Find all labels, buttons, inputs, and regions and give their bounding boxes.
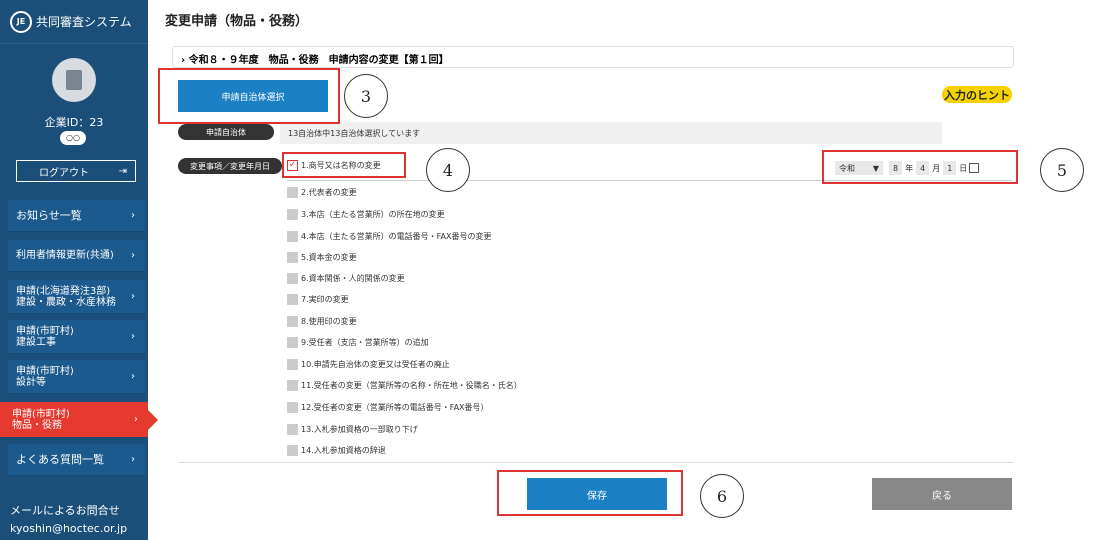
sidebar-item-label: 申請(市町村) 設計等 [16, 365, 74, 388]
annotation-number: 4 [426, 148, 470, 192]
annotation-highlight-save [497, 470, 683, 516]
contact-title: メールによるお問合せ [10, 504, 120, 517]
sidebar-item-label: 申請(北海道発注3部) 建設・農政・水産林務 [16, 285, 116, 308]
change-item-label: 10.申請先自治体の変更又は受任者の廃止 [301, 359, 450, 369]
checkbox-icon[interactable] [287, 379, 298, 391]
system-title: 共同審査システム [36, 15, 132, 29]
company-id-value: ○○ [60, 131, 86, 145]
annotation-number: 6 [700, 474, 744, 518]
chevron-right-icon: › [131, 250, 135, 261]
change-item-10[interactable]: 10.申請先自治体の変更又は受任者の廃止 [287, 358, 450, 370]
sidebar-item-label: 申請(市町村) 物品・役務 [12, 408, 70, 431]
app-window: { "sidebar": { "system_title": "共同審査システム… [0, 0, 1094, 540]
change-item-3[interactable]: 3.本店（主たる営業所）の所在地の変更 [287, 208, 445, 220]
contact-info: メールによるお問合せ [10, 502, 120, 520]
change-item-7[interactable]: 7.実印の変更 [287, 293, 349, 305]
system-logo-icon: JE [10, 10, 32, 33]
change-items-label: 変更事項／変更年月日 [178, 158, 282, 174]
change-item-9[interactable]: 9.受任者（支店・営業所等）の追加 [287, 336, 429, 348]
back-button[interactable]: 戻る [872, 478, 1012, 510]
municipality-label: 申請自治体 [178, 124, 274, 140]
sidebar-item-goods-services[interactable]: 申請(市町村) 物品・役務 › [0, 402, 158, 438]
change-item-label: 3.本店（主たる営業所）の所在地の変更 [301, 209, 445, 219]
checkbox-icon[interactable] [287, 444, 298, 456]
change-item-label: 11.受任者の変更（営業所等の名称・所在地・役職名・氏名） [301, 380, 522, 390]
change-item-label: 7.実印の変更 [301, 294, 349, 304]
sidebar-item-label: お知らせ一覧 [16, 209, 82, 222]
sidebar-item-notices[interactable]: お知らせ一覧 › [8, 200, 145, 232]
page-title: 変更申請（物品・役務） [165, 14, 309, 29]
logout-button[interactable]: ログアウト ⇥ [16, 160, 136, 182]
chevron-right-icon: › [131, 210, 135, 221]
sidebar-item-label: よくある質問一覧 [16, 453, 104, 466]
change-item-label: 8.使用印の変更 [301, 316, 357, 326]
change-item-8[interactable]: 8.使用印の変更 [287, 315, 357, 327]
checkbox-icon[interactable] [287, 315, 298, 327]
change-item-label: 13.入札参加資格の一部取り下げ [301, 424, 418, 434]
municipality-selection-text: 13自治体中13自治体選択しています [280, 122, 942, 144]
chevron-right-icon: › [131, 291, 135, 302]
checkbox-icon[interactable] [287, 251, 298, 263]
chevron-right-icon: › [131, 454, 135, 465]
change-item-6[interactable]: 6.資本関係・人的関係の変更 [287, 272, 405, 284]
chevron-right-icon: › [134, 414, 138, 425]
checkbox-icon[interactable] [287, 293, 298, 305]
change-item-11[interactable]: 11.受任者の変更（営業所等の名称・所在地・役職名・氏名） [287, 379, 522, 391]
change-item-label: 9.受任者（支店・営業所等）の追加 [301, 337, 429, 347]
annotation-highlight-item1 [282, 152, 406, 178]
change-item-label: 14.入札参加資格の辞退 [301, 445, 386, 455]
change-item-13[interactable]: 13.入札参加資格の一部取り下げ [287, 423, 418, 435]
logout-icon: ⇥ [118, 165, 127, 177]
contact-email-link[interactable]: kyoshin@hoctec.or.jp [10, 520, 127, 538]
checkbox-icon[interactable] [287, 186, 298, 198]
footer-divider [178, 462, 1014, 463]
checkbox-icon[interactable] [287, 230, 298, 242]
chevron-right-icon: › [131, 371, 135, 382]
checkbox-icon[interactable] [287, 423, 298, 435]
sidebar-item-label: 申請(市町村) 建設工事 [16, 325, 74, 348]
checkbox-icon[interactable] [287, 272, 298, 284]
change-item-14[interactable]: 14.入札参加資格の辞退 [287, 444, 386, 456]
checkbox-icon[interactable] [287, 208, 298, 220]
sidebar-item-hokkaido[interactable]: 申請(北海道発注3部) 建設・農政・水産林務 › [8, 280, 145, 314]
change-item-2[interactable]: 2.代表者の変更 [287, 186, 357, 198]
annotation-number: 5 [1040, 148, 1084, 192]
annotation-highlight-select [158, 68, 340, 124]
change-item-label: 5.資本金の変更 [301, 252, 357, 262]
checkbox-icon[interactable] [287, 401, 298, 413]
sidebar-item-design[interactable]: 申請(市町村) 設計等 › [8, 360, 145, 394]
checkbox-icon[interactable] [287, 358, 298, 370]
change-item-4[interactable]: 4.本店（主たる営業所）の電話番号・FAX番号の変更 [287, 230, 491, 242]
change-item-label: 12.受任者の変更（営業所等の電話番号・FAX番号） [301, 402, 489, 412]
sidebar-item-construction[interactable]: 申請(市町村) 建設工事 › [8, 320, 145, 354]
change-item-label: 2.代表者の変更 [301, 187, 357, 197]
system-header[interactable]: JE 共同審査システム [0, 0, 148, 44]
sidebar-item-label: 利用者情報更新(共通) [16, 250, 114, 261]
input-hint-button[interactable]: 入力のヒント [942, 86, 1012, 103]
annotation-highlight-date [822, 150, 1018, 184]
logout-label: ログアウト [39, 167, 89, 179]
sidebar: JE 共同審査システム 企業ID：23 ○○ ログアウト ⇥ お知らせ一覧 › … [0, 0, 158, 540]
company-id: 企業ID：23 [44, 116, 104, 129]
change-item-label: 6.資本関係・人的関係の変更 [301, 273, 405, 283]
breadcrumb: › 令和８・９年度 物品・役務 申請内容の変更【第１回】 [172, 46, 1014, 68]
checkbox-icon[interactable] [287, 336, 298, 348]
change-item-5[interactable]: 5.資本金の変更 [287, 251, 357, 263]
chevron-right-icon: › [131, 331, 135, 342]
change-item-12[interactable]: 12.受任者の変更（営業所等の電話番号・FAX番号） [287, 401, 489, 413]
change-item-label: 4.本店（主たる営業所）の電話番号・FAX番号の変更 [301, 231, 492, 241]
company-avatar-icon [52, 58, 96, 102]
annotation-number: 3 [344, 74, 388, 118]
sidebar-item-faq[interactable]: よくある質問一覧 › [8, 444, 145, 476]
sidebar-item-user-info[interactable]: 利用者情報更新(共通) › [8, 240, 145, 272]
